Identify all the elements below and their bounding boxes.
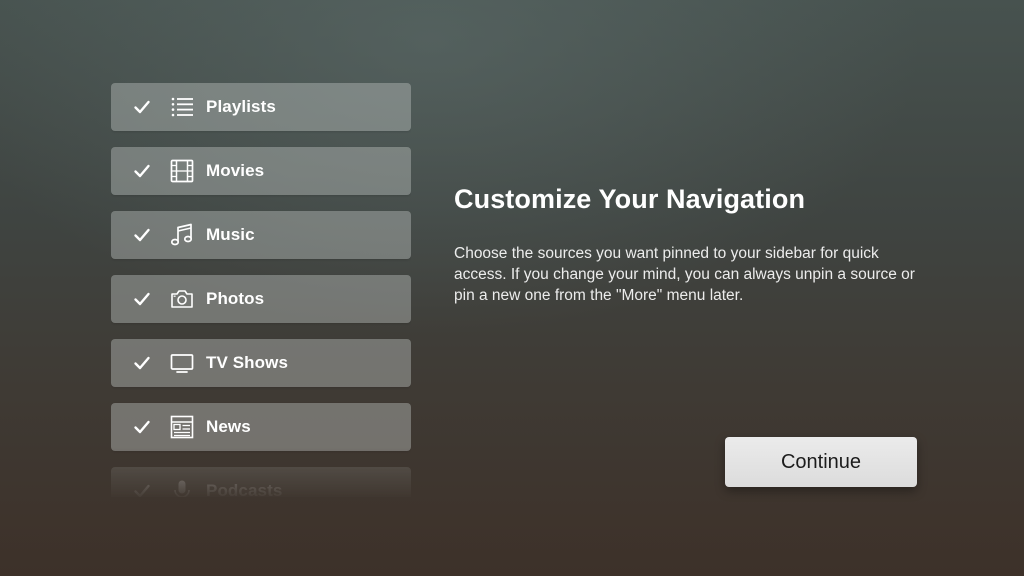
newspaper-icon — [170, 415, 194, 439]
source-row-news[interactable]: News — [111, 403, 411, 451]
source-label: Playlists — [206, 97, 276, 116]
checkmark-icon — [134, 228, 150, 242]
music-note-icon — [170, 223, 193, 246]
source-list: Playlists Movies Music Photos TV Shows N… — [111, 83, 411, 497]
checkmark-icon — [134, 164, 150, 178]
list-icon — [171, 97, 193, 117]
checkmark-icon — [134, 356, 150, 370]
tv-icon — [170, 354, 194, 373]
continue-button[interactable]: Continue — [725, 437, 917, 487]
source-label: Movies — [206, 161, 265, 180]
checkmark-icon — [134, 100, 150, 114]
source-row-podcasts[interactable]: Podcasts — [111, 467, 411, 497]
page-title: Customize Your Navigation — [454, 184, 806, 214]
source-label: Music — [206, 225, 255, 244]
source-row-photos[interactable]: Photos — [111, 275, 411, 323]
source-label: TV Shows — [206, 353, 289, 372]
source-row-movies[interactable]: Movies — [111, 147, 411, 195]
source-label: News — [206, 417, 251, 436]
source-row-tv-shows[interactable]: TV Shows — [111, 339, 411, 387]
source-label: Podcasts — [206, 481, 283, 497]
checkmark-icon — [134, 484, 150, 497]
camera-icon — [171, 290, 193, 308]
source-row-playlists[interactable]: Playlists — [111, 83, 411, 131]
film-icon — [170, 159, 194, 183]
page-description: Choose the sources you want pinned to yo… — [454, 245, 915, 304]
source-row-music[interactable]: Music — [111, 211, 411, 259]
checkmark-icon — [134, 292, 150, 306]
checkmark-icon — [134, 420, 150, 434]
source-label: Photos — [206, 289, 265, 308]
microphone-icon — [174, 480, 190, 497]
